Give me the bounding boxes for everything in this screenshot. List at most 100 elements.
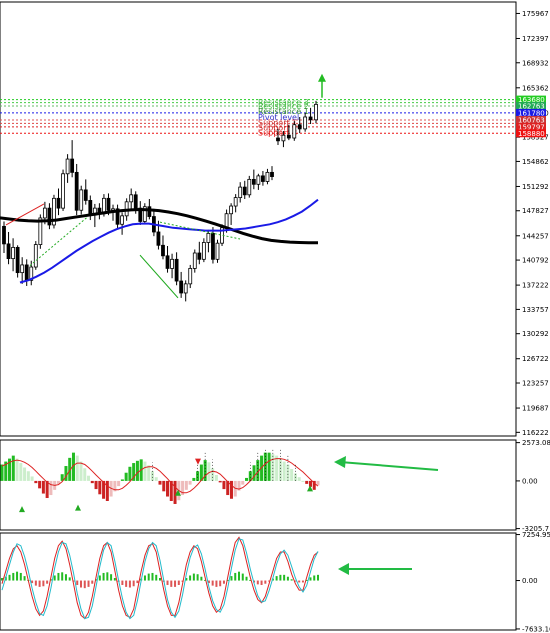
oscillator-bar <box>83 580 86 589</box>
candle-body <box>2 225 6 245</box>
oscillator-bar <box>211 580 214 586</box>
oscillator-bar <box>91 580 94 584</box>
candle-body <box>188 268 193 285</box>
macd-bar <box>94 480 98 490</box>
macd-bar <box>245 477 249 481</box>
candle-body <box>61 173 65 209</box>
candle-body <box>215 242 220 260</box>
oscillator-y-tick-label: 7254.95 <box>522 531 550 539</box>
candle-body <box>24 264 29 281</box>
macd-bar <box>143 461 147 481</box>
candle-body <box>70 158 75 173</box>
oscillator-bar <box>177 580 180 585</box>
oscillator-bar <box>128 580 131 588</box>
oscillator-bar <box>19 572 22 581</box>
oscillator-bar <box>151 572 154 581</box>
macd-bar <box>305 480 309 484</box>
candle-body <box>170 258 174 269</box>
oscillator-bar <box>53 575 56 581</box>
oscillator-bar <box>159 578 161 581</box>
macd-bar <box>90 480 94 484</box>
oscillator-bar <box>12 572 15 581</box>
macd-bar <box>162 480 166 492</box>
macd-bar <box>271 454 275 481</box>
macd-bar <box>83 468 87 481</box>
oscillator-bar <box>264 580 267 584</box>
candle-body <box>261 175 265 182</box>
oscillator-bar <box>174 580 177 587</box>
candle-body <box>211 232 215 260</box>
oscillator-bar <box>34 580 37 586</box>
candle-body <box>308 116 313 121</box>
macd-bar <box>218 480 222 483</box>
oscillator-bar <box>279 574 282 581</box>
oscillator-bar <box>64 574 67 581</box>
oscillator-bar <box>147 573 150 581</box>
price-y-tick-label: 137222 <box>522 282 549 290</box>
oscillator-bar <box>192 573 195 581</box>
oscillator-bar <box>234 572 237 581</box>
candle-body <box>270 171 274 177</box>
oscillator-bar <box>38 580 41 587</box>
candle-body <box>106 197 111 211</box>
macd-bar <box>214 474 218 481</box>
price-y-tick-label: 147827 <box>522 207 549 215</box>
macd-bar <box>38 480 42 489</box>
oscillator-bar <box>301 580 304 583</box>
oscillator-bar <box>136 580 139 584</box>
oscillator-bar <box>219 580 222 587</box>
candle-body <box>197 252 202 260</box>
oscillator-bar <box>245 576 248 581</box>
macd-bar <box>222 480 226 490</box>
oscillator-bar <box>317 574 319 581</box>
macd-bar <box>19 463 23 481</box>
candle-body <box>247 178 252 196</box>
candle-body <box>79 189 84 211</box>
candle-body <box>179 280 184 294</box>
price-y-tick-label: 116222 <box>522 429 549 437</box>
candle-body <box>88 200 93 216</box>
candle-body <box>83 189 88 201</box>
macd-y-tick-label: 0.00 <box>522 477 538 485</box>
oscillator-bar <box>57 572 60 581</box>
oscillator-bar <box>143 575 146 581</box>
macd-bar <box>105 480 109 501</box>
candle-body <box>20 264 25 274</box>
oscillator-bar <box>80 580 82 588</box>
macd-bar <box>282 461 286 481</box>
macd-bar <box>0 464 4 481</box>
candle-body <box>74 171 79 211</box>
oscillator-bar <box>125 580 128 587</box>
candle-body <box>56 197 61 209</box>
oscillator-bar <box>222 580 225 584</box>
macd-bar <box>166 480 170 497</box>
oscillator-bar <box>113 578 116 581</box>
oscillator-bar <box>200 576 203 581</box>
oscillator-bar <box>309 577 312 581</box>
macd-bar <box>75 455 79 481</box>
candle-body <box>192 252 197 269</box>
chart-background <box>0 0 550 633</box>
macd-bar <box>173 480 177 504</box>
macd-bar <box>290 469 294 481</box>
candle-body <box>297 124 302 130</box>
candle-body <box>206 232 211 243</box>
macd-bar <box>15 458 19 481</box>
candle-body <box>303 116 308 130</box>
candle-body <box>15 246 20 274</box>
candle-body <box>224 213 229 229</box>
macd-bar <box>196 471 200 481</box>
oscillator-bar <box>260 580 263 585</box>
oscillator-bar <box>166 580 169 585</box>
price-y-tick-label: 130292 <box>522 330 549 338</box>
candle-body <box>147 206 152 217</box>
level-tag-label: 158880 <box>518 130 545 138</box>
macd-bar <box>267 452 271 481</box>
oscillator-bar <box>87 580 90 587</box>
oscillator-bar <box>8 574 11 581</box>
oscillator-bar <box>46 580 49 584</box>
macd-bar <box>41 480 45 494</box>
macd-bar <box>26 471 30 481</box>
candle-body <box>6 243 11 260</box>
oscillator-y-tick-label: -7633.16 <box>522 625 550 633</box>
